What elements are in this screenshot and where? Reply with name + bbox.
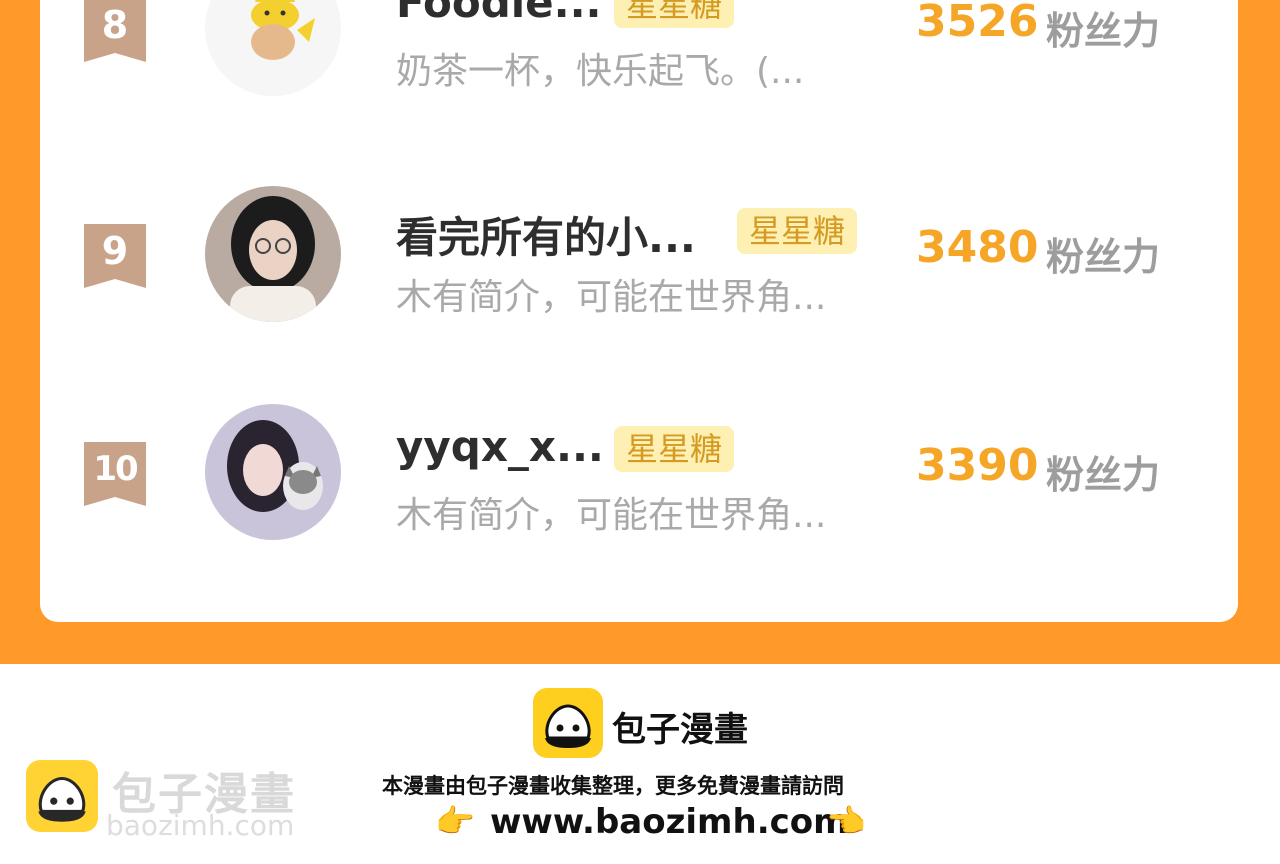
girl-with-cat-icon (205, 404, 341, 540)
badge-tag: 星星糖 (614, 426, 735, 472)
ranking-card: 8 Foodie... 星星糖 奶茶一杯，快乐起飞。(... 3526 粉丝力 … (40, 0, 1238, 622)
pikachu-hamster-icon (205, 0, 341, 96)
fans-unit-label: 粉丝力 (1046, 453, 1161, 497)
user-bio: 木有简介，可能在世界角... (396, 495, 827, 536)
fans-value: 3480 (916, 222, 1039, 273)
rank-ribbon: 10 (84, 442, 146, 506)
ranking-row[interactable]: 8 Foodie... 星星糖 奶茶一杯，快乐起飞。(... 3526 粉丝力 (40, 0, 1238, 100)
fans-unit-label: 粉丝力 (1046, 235, 1161, 279)
bao-logo-icon[interactable] (533, 688, 603, 758)
avatar[interactable] (205, 186, 341, 322)
footer: 包子漫畫 包子漫畫 baozimh.com 本漫畫由包子漫畫收集整理，更多免費漫… (0, 664, 1280, 864)
fans-unit-label: 粉丝力 (1046, 9, 1161, 53)
ranking-row[interactable]: 9 看完所有的小... 星星糖 木有简介，可能在世界角... 3480 粉丝力 (40, 186, 1238, 326)
rank-number: 8 (101, 3, 129, 47)
user-bio: 奶茶一杯，快乐起飞。(... (396, 51, 805, 92)
fans-value: 3526 (916, 0, 1039, 47)
avatar[interactable] (205, 404, 341, 540)
girl-with-glasses-icon (205, 186, 341, 322)
user-name[interactable]: yyqx_x... (396, 422, 604, 471)
rank-number: 10 (93, 449, 138, 489)
rank-ribbon: 9 (84, 224, 146, 288)
watermark-bao-icon (26, 760, 98, 832)
badge-tag: 星星糖 (737, 208, 858, 254)
pointing-right-icon: 👉 (435, 802, 475, 840)
footer-url[interactable]: www.baozimh.com (490, 802, 849, 842)
rank-number: 9 (101, 229, 129, 273)
fans-value: 3390 (916, 440, 1039, 491)
badge-tag: 星星糖 (614, 0, 735, 28)
watermark-url: baozimh.com (106, 809, 295, 842)
avatar[interactable] (205, 0, 341, 96)
ranking-row[interactable]: 10 yyqx_x... 星星糖 木有简介，可能在世界角... 3390 粉丝力 (40, 404, 1238, 544)
footer-notice: 本漫畫由包子漫畫收集整理，更多免費漫畫請訪問 (382, 774, 844, 798)
pointing-left-icon: 👈 (826, 802, 866, 840)
rank-ribbon: 8 (84, 0, 146, 62)
user-bio: 木有简介，可能在世界角... (396, 277, 827, 318)
user-name[interactable]: Foodie... (396, 0, 602, 27)
user-name[interactable]: 看完所有的小... (396, 204, 696, 265)
brand-name: 包子漫畫 (612, 710, 748, 750)
